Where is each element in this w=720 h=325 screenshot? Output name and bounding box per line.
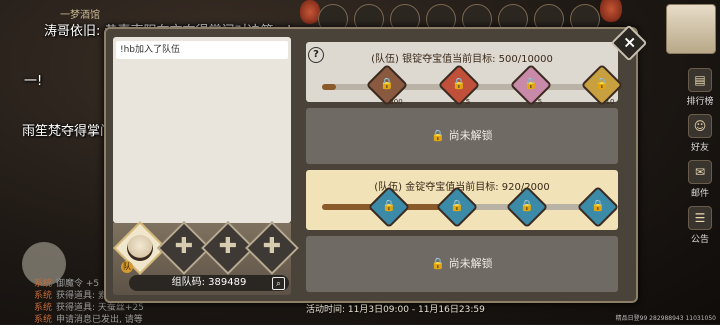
team-members: 队 ✚ ✚ ✚ 组队码: 389489 ⌕: [113, 221, 299, 295]
reward-count: 5: [537, 98, 543, 106]
scene-title: 一梦酒馆: [60, 10, 100, 21]
reward-count: 5: [465, 98, 471, 106]
team-log: !hb加入了队伍: [113, 37, 291, 223]
leader-badge: 队: [121, 261, 133, 273]
add-member-icon: ✚: [218, 234, 238, 259]
lock-icon: 🔒: [520, 199, 534, 212]
lock-icon: 🔒: [591, 199, 605, 212]
lock-icon: 🔒: [450, 199, 464, 212]
team-column: !hb加入了队伍 队 ✚ ✚ ✚ 组队码: 389489 ⌕: [113, 37, 299, 295]
mail-icon: ✉: [688, 160, 712, 184]
sidebar-ranking-button[interactable]: ▤ 排行榜: [683, 68, 717, 107]
player-avatar[interactable]: [666, 4, 716, 54]
chat-line: 系统 申请消息已发出, 请等: [34, 315, 143, 325]
lock-icon: 🔒: [431, 129, 446, 142]
lock-icon: 🔒: [595, 77, 609, 90]
team-code: 组队码: 389489 ⌕: [129, 275, 289, 291]
silver-target-title: (队伍) 银锭夺宝值当前目标: 500/10000: [371, 54, 553, 65]
right-sidebar: ▤ 排行榜 ☺ 好友 ✉ 邮件 ☰ 公告: [680, 68, 720, 252]
lantern-decoration: [600, 0, 622, 22]
log-entry: !hb加入了队伍: [116, 41, 288, 59]
locked-label: 🔒 尚未解锁: [431, 129, 493, 142]
member-slot-empty[interactable]: ✚: [245, 221, 299, 275]
lock-icon: 🔒: [431, 257, 446, 270]
reward-count: 300: [389, 98, 403, 106]
ranking-icon: ▤: [688, 68, 712, 92]
friends-icon: ☺: [688, 114, 712, 138]
silver-locked-area: 🔒 尚未解锁: [306, 108, 618, 164]
notice-icon: ☰: [688, 206, 712, 230]
sidebar-notice-button[interactable]: ☰ 公告: [683, 206, 717, 245]
reward-count: 10: [605, 98, 615, 106]
silver-progress-fill: [322, 84, 336, 90]
silver-target-row: ? (队伍) 银锭夺宝值当前目标: 500/10000 🔒 300 🔒 5 🔒 …: [306, 42, 624, 107]
close-icon: ×: [623, 32, 637, 52]
status-text: 精品日登99 282988943 11031050: [615, 315, 716, 322]
lock-icon: 🔒: [380, 77, 394, 90]
sidebar-mail-button[interactable]: ✉ 邮件: [683, 160, 717, 199]
lock-icon: 🔒: [524, 77, 538, 90]
add-member-icon: ✚: [262, 234, 282, 259]
gold-locked-area: 🔒 尚未解锁: [306, 236, 618, 292]
lock-icon: 🔒: [382, 199, 396, 212]
broadcast-message: 一!: [24, 74, 43, 89]
lantern-decoration: [300, 0, 320, 24]
activity-time: 活动时间: 11月3日09:00 - 11月16日23:59: [306, 305, 485, 315]
sidebar-friends-button[interactable]: ☺ 好友: [683, 114, 717, 153]
treasure-column: ? (队伍) 银锭夺宝值当前目标: 500/10000 🔒 300 🔒 5 🔒 …: [306, 42, 624, 296]
search-icon[interactable]: ⌕: [272, 277, 285, 290]
gold-target-row: (队伍) 金锭夺宝值当前目标: 920/2000 🔒 🔒 🔒 🔒: [306, 170, 620, 230]
member-avatar: [127, 235, 153, 261]
add-member-icon: ✚: [174, 234, 194, 259]
lock-icon: 🔒: [452, 77, 466, 90]
locked-label: 🔒 尚未解锁: [431, 257, 493, 270]
